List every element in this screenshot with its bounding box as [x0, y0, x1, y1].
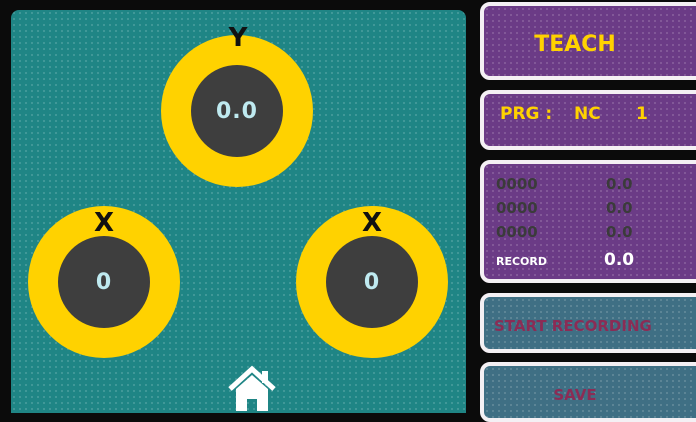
program-panel: PRG : NC 1 [480, 90, 696, 150]
program-mode: NC [574, 104, 601, 124]
x-axis-dial-right-center: 0 [326, 236, 418, 328]
readout-code-1: 0000 [496, 175, 538, 193]
readout-value-3: 0.0 [606, 223, 633, 241]
home-icon [228, 365, 276, 411]
y-axis-dial[interactable]: 0.0 [161, 35, 313, 187]
teach-button[interactable]: TEACH [480, 2, 696, 80]
readout-code-2: 0000 [496, 199, 538, 217]
teach-label: TEACH [534, 32, 616, 57]
home-button[interactable] [226, 365, 278, 413]
y-axis-dial-center: 0.0 [191, 65, 283, 157]
x-axis-right-label: X [361, 208, 383, 238]
x-axis-dial-left-center: 0 [58, 236, 150, 328]
readout-code-3: 0000 [496, 223, 538, 241]
readout-value-2: 0.0 [606, 199, 633, 217]
x-axis-right-value: 0 [363, 269, 381, 295]
program-number: 1 [636, 104, 648, 124]
record-label: RECORD [496, 255, 548, 268]
start-recording-button[interactable]: START RECORDING [480, 293, 696, 353]
save-label: SAVE [553, 386, 597, 404]
readout-value-1: 0.0 [606, 175, 633, 193]
program-prefix: PRG : [500, 104, 553, 124]
record-value: 0.0 [604, 250, 635, 270]
y-axis-value: 0.0 [216, 98, 258, 124]
readout-panel: 0000 0.0 0000 0.0 0000 0.0 RECORD 0.0 [480, 160, 696, 283]
jog-panel: 0.0 Y 0 X 0 X [11, 10, 466, 413]
start-recording-label: START RECORDING [494, 317, 652, 335]
x-axis-left-label: X [93, 208, 115, 238]
x-axis-left-value: 0 [95, 269, 113, 295]
save-button[interactable]: SAVE [480, 362, 696, 422]
y-axis-label: Y [228, 23, 248, 53]
